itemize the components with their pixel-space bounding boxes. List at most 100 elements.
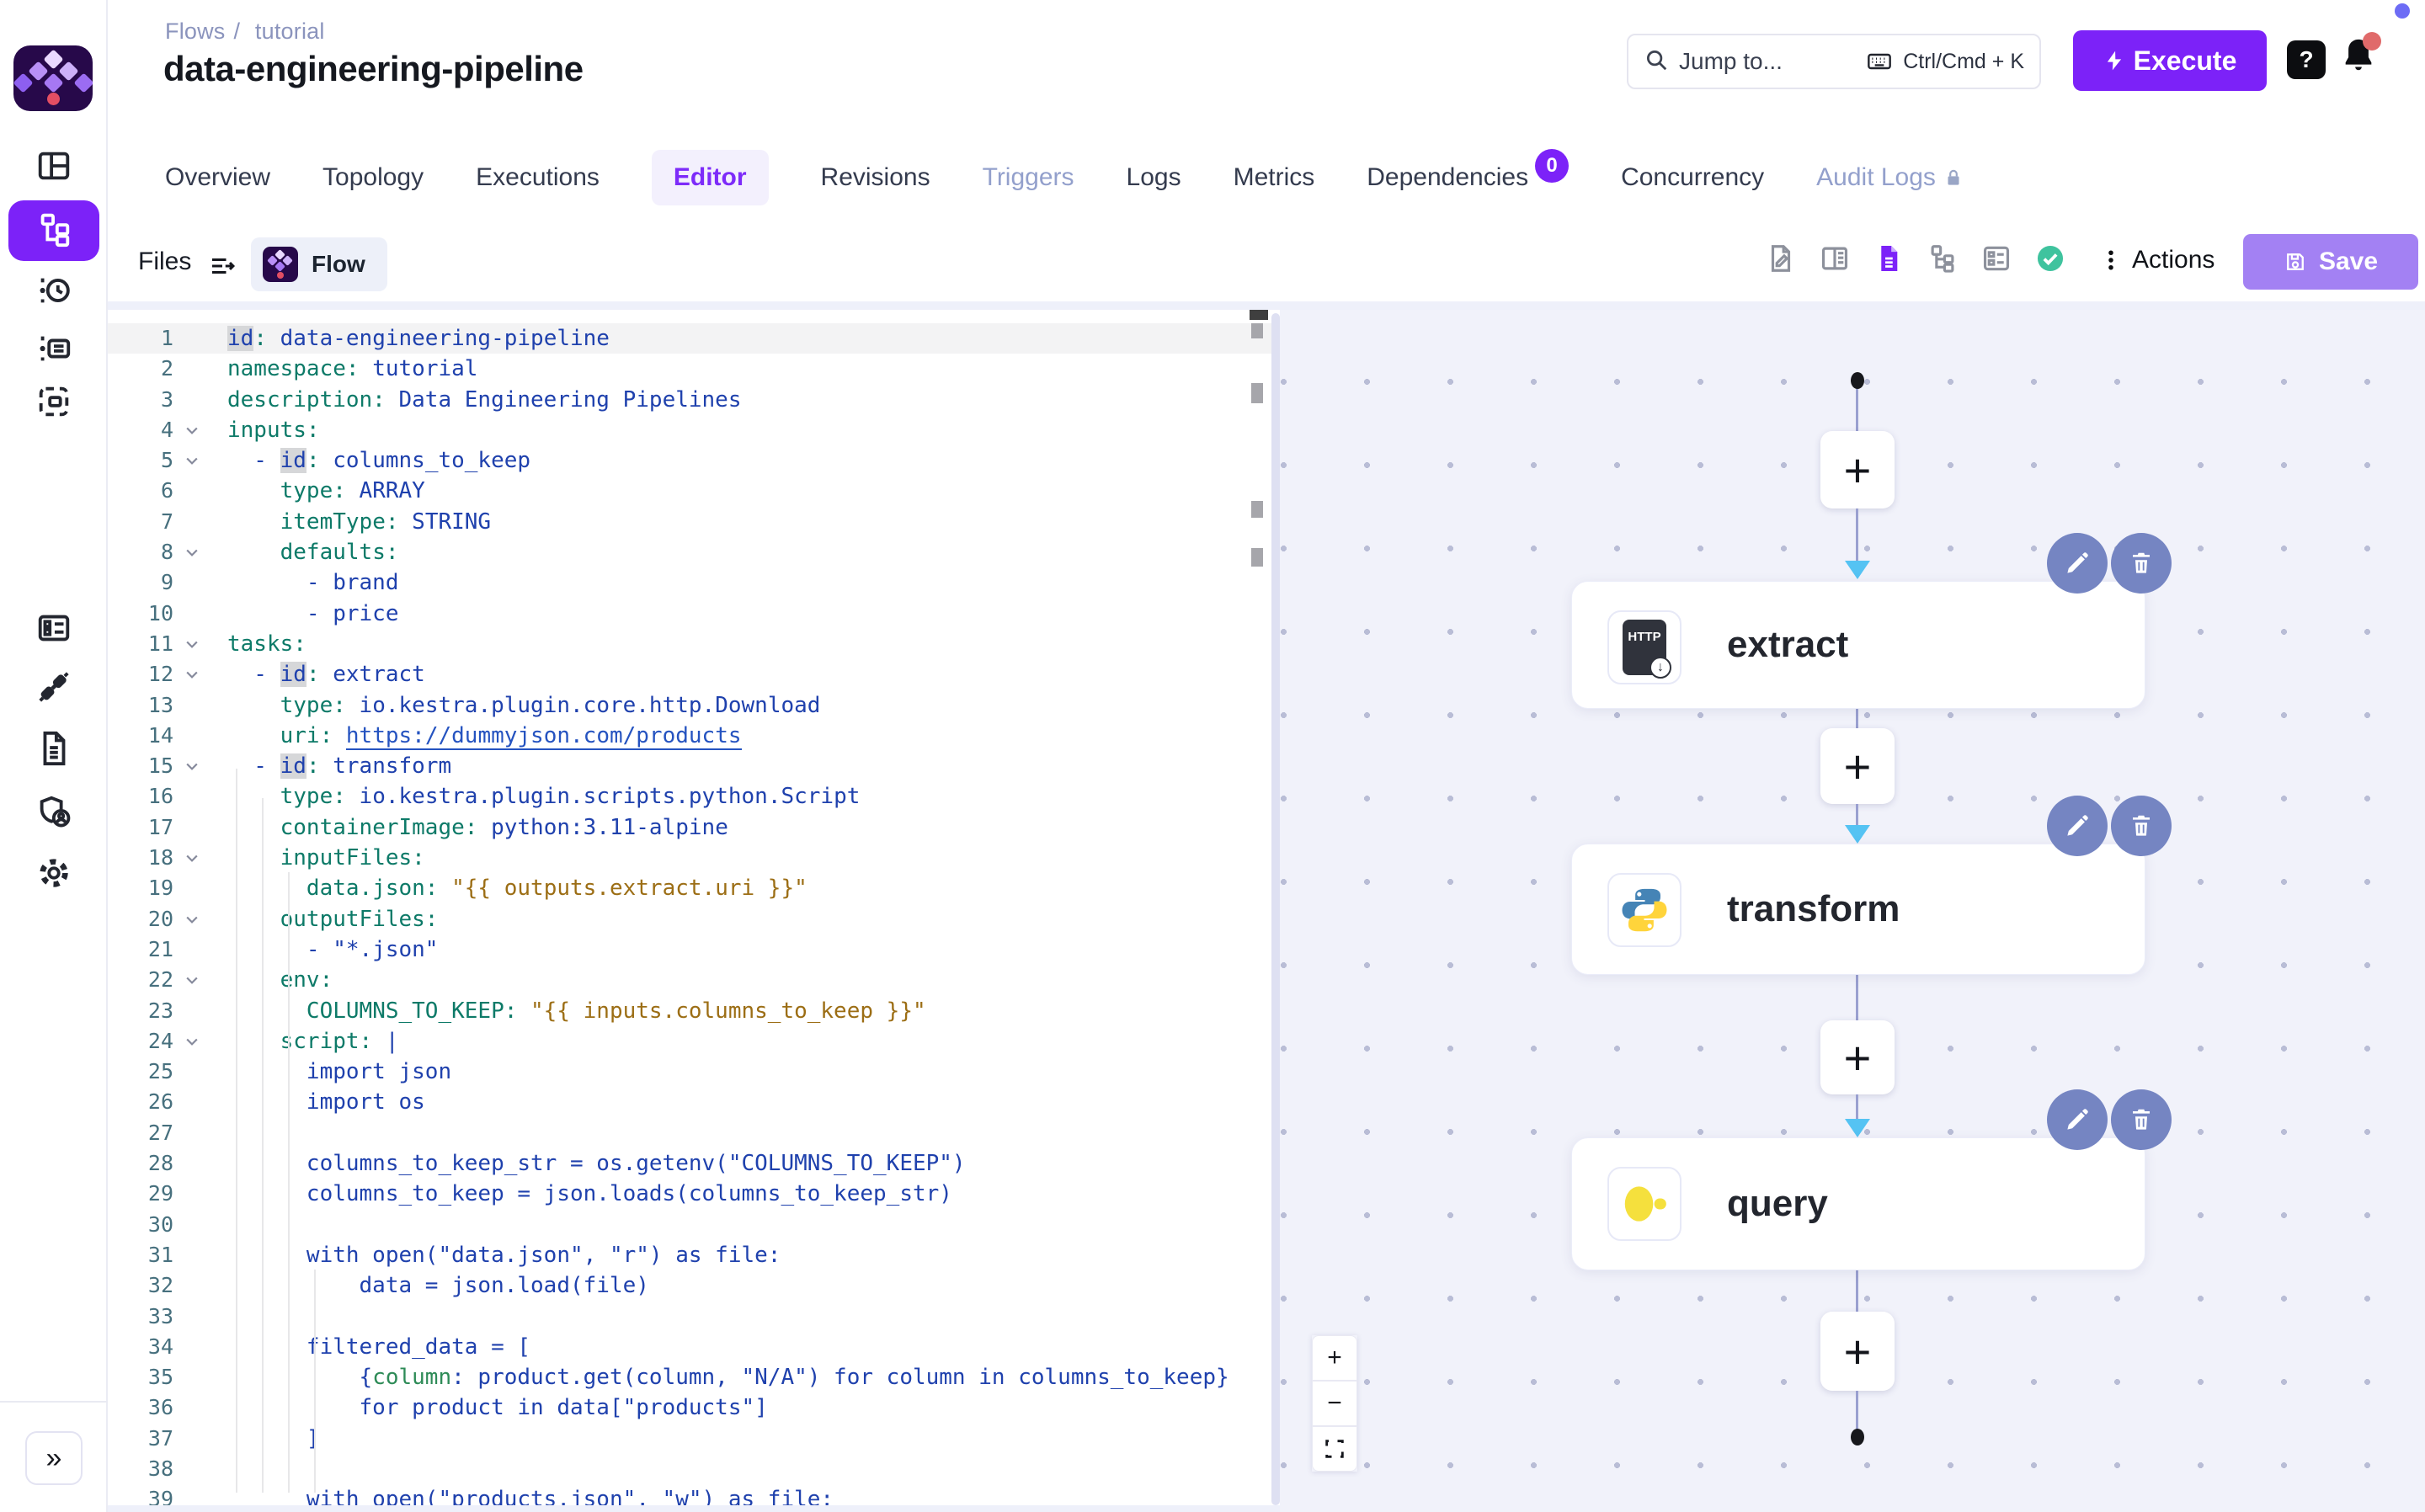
fold-chevron-icon[interactable] [173, 965, 211, 995]
code-text: namespace: tutorial [211, 354, 477, 384]
actions-button[interactable]: Actions [2098, 246, 2214, 274]
edit-task-button[interactable] [2047, 1089, 2108, 1150]
fold-chevron-icon[interactable] [173, 415, 211, 445]
sidebar-item-docs[interactable] [0, 728, 108, 772]
file-doc-icon[interactable] [1873, 242, 1905, 274]
form-icon[interactable] [1980, 242, 2012, 274]
tab-revisions[interactable]: Revisions [821, 163, 930, 192]
tab-audit-logs[interactable]: Audit Logs [1816, 163, 1964, 192]
edit-task-button[interactable] [2047, 533, 2108, 594]
add-task-button[interactable]: + [1820, 1020, 1895, 1094]
save-icon [2284, 250, 2307, 274]
fold-chevron-icon[interactable] [173, 1026, 211, 1057]
tab-executions[interactable]: Executions [476, 163, 600, 192]
tab-logs[interactable]: Logs [1127, 163, 1181, 192]
fold-gutter [173, 1332, 211, 1362]
delete-task-button[interactable] [2111, 796, 2172, 856]
files-panel-toggle[interactable] [207, 251, 237, 285]
delete-task-button[interactable] [2111, 1089, 2172, 1150]
fold-chevron-icon[interactable] [173, 904, 211, 934]
uri-link[interactable]: https://dummyjson.com/products [346, 723, 742, 750]
zoom-out-button[interactable]: − [1312, 1381, 1357, 1426]
tab-concurrency[interactable]: Concurrency [1621, 163, 1764, 192]
add-task-button[interactable]: + [1820, 431, 1895, 508]
fold-gutter [173, 934, 211, 965]
fold-chevron-icon[interactable] [173, 659, 211, 689]
task-node-transform[interactable]: transform [1571, 844, 2145, 975]
fold-chevron-icon[interactable] [173, 537, 211, 567]
task-node-query[interactable]: query [1571, 1137, 2145, 1270]
sidebar-item-security[interactable] [0, 792, 108, 836]
code-text [211, 1210, 227, 1240]
editor-scrollbar-thumb[interactable] [1250, 310, 1268, 320]
fold-chevron-icon[interactable] [173, 843, 211, 873]
sidebar-item-dashboard[interactable] [0, 146, 108, 189]
add-task-button[interactable]: + [1820, 1312, 1895, 1391]
kestra-app: » Flows/ tutorial data-engineering-pipel… [0, 0, 2425, 1512]
sidebar-collapse-button[interactable]: » [25, 1431, 83, 1485]
line-number: 2 [108, 354, 173, 384]
sidebar-item-plugins[interactable] [0, 667, 108, 711]
breadcrumb-namespace[interactable]: tutorial [255, 19, 325, 44]
pane-divider[interactable] [1271, 313, 1280, 1505]
yaml-code-editor[interactable]: 1id: data-engineering-pipeline2 namespace… [108, 310, 1271, 1505]
topology-graph[interactable]: + + + + HTTP↓extract transform query [1280, 310, 2425, 1512]
delete-task-button[interactable] [2111, 533, 2172, 594]
tree-icon[interactable] [1927, 242, 1959, 274]
fold-chevron-icon[interactable] [173, 751, 211, 781]
task-icon-chip: HTTP↓ [1607, 610, 1682, 684]
flow-file-tab[interactable]: Flow [251, 237, 387, 291]
line-number: 13 [108, 690, 173, 721]
pane-gap-top [108, 301, 2425, 310]
code-text: columns_to_keep_str = os.getenv("COLUMNS… [211, 1148, 966, 1179]
edge-line [1856, 1094, 1858, 1119]
indent-guide [236, 769, 237, 1493]
code-line: 1id: data-engineering-pipeline [108, 323, 1271, 354]
tab-overview[interactable]: Overview [165, 163, 270, 192]
tab-topology[interactable]: Topology [322, 163, 424, 192]
sidebar-item-logs[interactable] [0, 328, 108, 372]
code-line: 11tasks: [108, 629, 1271, 659]
tab-metrics[interactable]: Metrics [1234, 163, 1315, 192]
line-number: 17 [108, 812, 173, 843]
sidebar-item-flows[interactable] [8, 200, 99, 261]
line-number: 37 [108, 1424, 173, 1454]
tab-editor[interactable]: Editor [652, 150, 769, 205]
notifications-button[interactable] [2339, 35, 2380, 79]
line-number: 39 [108, 1484, 173, 1505]
breadcrumb-flows[interactable]: Flows [165, 19, 226, 44]
doc-panel-icon[interactable] [1819, 242, 1851, 274]
sidebar-item-blueprints[interactable] [0, 608, 108, 652]
check-circle-icon[interactable] [2034, 242, 2066, 274]
code-text: {column: product.get(column, "N/A") for … [211, 1362, 1229, 1392]
code-line: 12 - id: extract [108, 659, 1271, 689]
sidebar-item-settings[interactable] [0, 853, 108, 897]
fold-chevron-icon[interactable] [173, 629, 211, 659]
line-number: 4 [108, 415, 173, 445]
fullscreen-icon [1323, 1437, 1346, 1461]
edit-task-button[interactable] [2047, 796, 2108, 856]
fold-gutter [173, 1240, 211, 1270]
indent-guide [314, 1270, 316, 1493]
execute-button[interactable]: Execute [2073, 30, 2267, 91]
zoom-in-button[interactable]: + [1312, 1335, 1357, 1381]
file-edit-icon[interactable] [1765, 242, 1797, 274]
sidebar-item-namespaces[interactable] [0, 381, 108, 425]
tab-dependencies[interactable]: Dependencies0 [1367, 161, 1569, 194]
search-input[interactable]: Jump to... Ctrl/Cmd + K [1627, 34, 2041, 89]
add-task-button[interactable]: + [1820, 728, 1895, 804]
fullscreen-button[interactable] [1312, 1426, 1357, 1472]
fold-chevron-icon[interactable] [173, 445, 211, 476]
bolt-icon [2103, 50, 2125, 72]
kestra-logo[interactable] [13, 45, 93, 111]
task-label: query [1727, 1138, 1828, 1270]
tab-triggers[interactable]: Triggers [983, 163, 1074, 192]
fold-gutter [173, 476, 211, 506]
code-line: 23 COLUMNS_TO_KEEP: "{{ inputs.columns_t… [108, 996, 1271, 1026]
task-node-extract[interactable]: HTTP↓extract [1571, 581, 2145, 709]
help-button[interactable]: ? [2287, 40, 2326, 79]
sidebar-item-executions[interactable] [0, 270, 108, 314]
save-button[interactable]: Save [2243, 234, 2418, 290]
breadcrumb[interactable]: Flows/ tutorial [165, 19, 333, 45]
fold-gutter [173, 1484, 211, 1505]
